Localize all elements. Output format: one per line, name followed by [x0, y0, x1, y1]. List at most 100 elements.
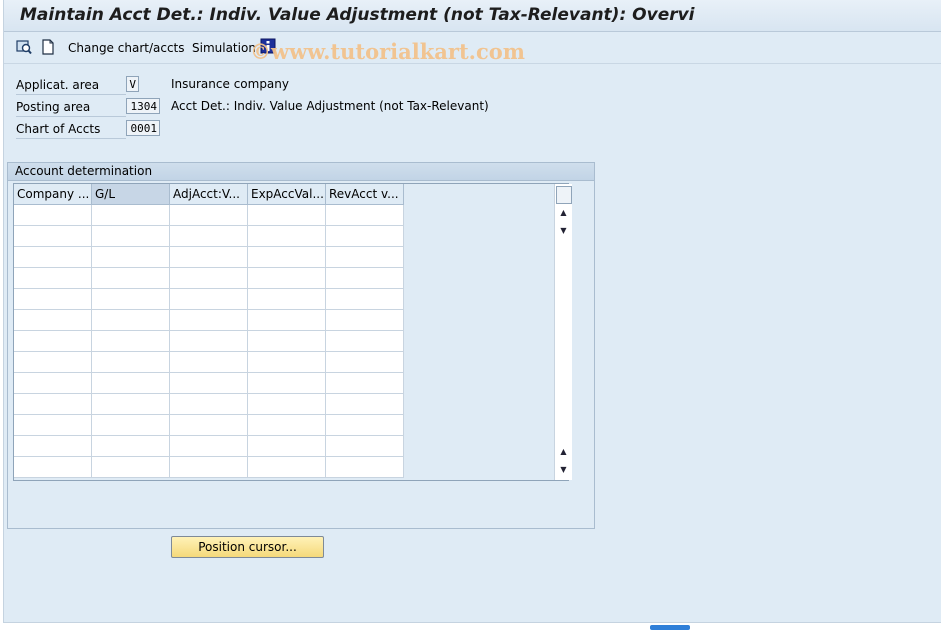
- table-cell[interactable]: [91, 330, 170, 352]
- column-header-adjacct[interactable]: AdjAcct:V...: [169, 184, 248, 205]
- applicat-area-desc: Insurance company: [171, 77, 289, 91]
- table-cell[interactable]: [91, 288, 170, 310]
- table-cell[interactable]: [14, 288, 92, 310]
- table-cell[interactable]: [169, 351, 248, 373]
- position-cursor-button[interactable]: Position cursor...: [171, 536, 324, 558]
- table-grid: Company ... G/L AdjAcct:V... ExpAccVal..…: [14, 184, 404, 478]
- scroll-page-up-icon[interactable]: ▲: [556, 445, 571, 459]
- table-body: [14, 204, 404, 478]
- table-cell[interactable]: [14, 330, 92, 352]
- table-cell[interactable]: [325, 435, 404, 457]
- table-cell[interactable]: [14, 267, 92, 289]
- table-cell[interactable]: [169, 309, 248, 331]
- watermark-text: ©www.tutorialkart.com: [250, 39, 525, 64]
- table-row: [14, 372, 404, 394]
- table-cell[interactable]: [14, 372, 92, 394]
- column-header-expaccval[interactable]: ExpAccVal...: [247, 184, 326, 205]
- table-cell[interactable]: [91, 267, 170, 289]
- table-cell[interactable]: [91, 204, 170, 226]
- chart-of-accts-field[interactable]: 0001: [126, 120, 160, 136]
- table-cell[interactable]: [247, 372, 326, 394]
- table-cell[interactable]: [91, 309, 170, 331]
- table-cell[interactable]: [247, 288, 326, 310]
- table-cell[interactable]: [91, 393, 170, 415]
- table-cell[interactable]: [247, 435, 326, 457]
- table-cell[interactable]: [325, 225, 404, 247]
- posting-area-field[interactable]: 1304: [126, 98, 160, 114]
- table-cell[interactable]: [247, 393, 326, 415]
- table-cell[interactable]: [169, 372, 248, 394]
- table-cell[interactable]: [14, 351, 92, 373]
- table-cell[interactable]: [169, 246, 248, 268]
- table-cell[interactable]: [14, 393, 92, 415]
- table-cell[interactable]: [247, 225, 326, 247]
- table-cell[interactable]: [14, 246, 92, 268]
- table-cell[interactable]: [91, 351, 170, 373]
- table-cell[interactable]: [169, 288, 248, 310]
- chart-of-accts-label: Chart of Accts: [16, 120, 126, 139]
- scroll-down-icon[interactable]: ▼: [556, 224, 571, 238]
- table-cell[interactable]: [247, 204, 326, 226]
- table-cell[interactable]: [14, 309, 92, 331]
- table-cell[interactable]: [325, 351, 404, 373]
- table-cell[interactable]: [169, 204, 248, 226]
- table-cell[interactable]: [325, 246, 404, 268]
- table-cell[interactable]: [325, 309, 404, 331]
- table-cell[interactable]: [247, 330, 326, 352]
- column-header-revacct[interactable]: RevAcct v...: [325, 184, 404, 205]
- column-header-gl[interactable]: G/L: [91, 184, 170, 205]
- table-cell[interactable]: [247, 309, 326, 331]
- table-cell[interactable]: [325, 204, 404, 226]
- table-cell[interactable]: [91, 456, 170, 478]
- table-cell[interactable]: [169, 225, 248, 247]
- table-cell[interactable]: [169, 456, 248, 478]
- table-cell[interactable]: [247, 414, 326, 436]
- table-cell[interactable]: [325, 330, 404, 352]
- table-row: [14, 204, 404, 226]
- application-toolbar: Change chart/accts Simulation ©www.tutor…: [4, 33, 941, 64]
- table-cell[interactable]: [325, 288, 404, 310]
- table-cell[interactable]: [325, 372, 404, 394]
- table-cell[interactable]: [169, 330, 248, 352]
- table-cell[interactable]: [169, 267, 248, 289]
- table-cell[interactable]: [169, 435, 248, 457]
- table-cell[interactable]: [325, 414, 404, 436]
- table-cell[interactable]: [169, 393, 248, 415]
- table-cell[interactable]: [325, 456, 404, 478]
- table-cell[interactable]: [14, 204, 92, 226]
- table-cell[interactable]: [325, 267, 404, 289]
- applicat-area-label: Applicat. area: [16, 76, 126, 95]
- table-row: [14, 393, 404, 415]
- status-indicator: [650, 625, 690, 630]
- table-cell[interactable]: [247, 456, 326, 478]
- table-row: [14, 435, 404, 457]
- scroll-up-icon[interactable]: ▲: [556, 206, 571, 220]
- applicat-area-field[interactable]: V: [126, 76, 139, 92]
- select-all-button[interactable]: [556, 186, 572, 204]
- table-cell[interactable]: [247, 351, 326, 373]
- new-document-icon[interactable]: [40, 39, 56, 55]
- table-cell[interactable]: [91, 246, 170, 268]
- change-chart-accts-button[interactable]: Change chart/accts: [68, 41, 185, 55]
- table-cell[interactable]: [14, 414, 92, 436]
- table-cell[interactable]: [14, 435, 92, 457]
- table-cell[interactable]: [91, 225, 170, 247]
- table-row: [14, 309, 404, 331]
- vertical-scrollbar[interactable]: ▲ ▼ ▲ ▼: [554, 184, 572, 480]
- page-title: Maintain Acct Det.: Indiv. Value Adjustm…: [20, 5, 695, 25]
- simulation-button[interactable]: Simulation: [192, 41, 256, 55]
- scroll-page-down-icon[interactable]: ▼: [556, 463, 571, 477]
- table-cell[interactable]: [14, 456, 92, 478]
- table-cell[interactable]: [91, 372, 170, 394]
- posting-area-label: Posting area: [16, 98, 126, 117]
- table-cell[interactable]: [91, 414, 170, 436]
- table-cell[interactable]: [247, 267, 326, 289]
- table-cell[interactable]: [169, 414, 248, 436]
- group-title-bar: Account determination: [8, 163, 594, 181]
- table-cell[interactable]: [325, 393, 404, 415]
- display-icon[interactable]: [16, 39, 32, 55]
- table-cell[interactable]: [91, 435, 170, 457]
- table-cell[interactable]: [247, 246, 326, 268]
- table-cell[interactable]: [14, 225, 92, 247]
- column-header-company[interactable]: Company ...: [14, 184, 92, 205]
